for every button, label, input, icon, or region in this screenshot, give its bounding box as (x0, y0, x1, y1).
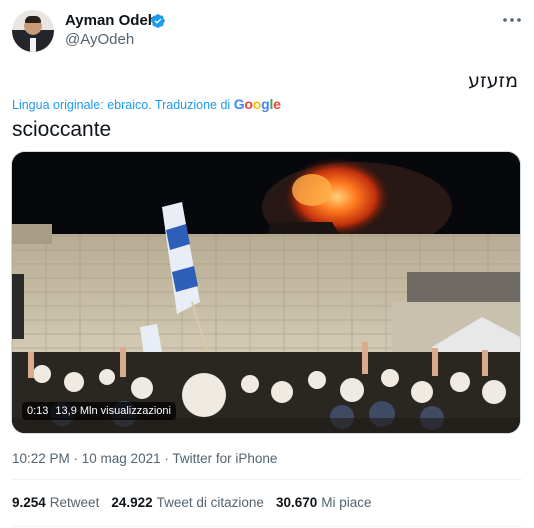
retweets-count: 9.254 (12, 495, 46, 510)
divider (12, 479, 522, 480)
translation-prefix: Lingua originale: ebraico. Traduzione di (12, 98, 234, 112)
translated-text: scioccante (12, 118, 112, 141)
video-frame (12, 152, 520, 433)
retweets-stat[interactable]: 9.254 Retweet (12, 494, 99, 512)
tweet-timestamp[interactable]: 10:22 PM · 10 mag 2021 · Twitter for iPh… (12, 450, 277, 468)
author-name[interactable]: Ayman Odeh (65, 12, 157, 30)
retweets-label: Retweet (49, 495, 100, 510)
likes-count: 30.670 (275, 495, 318, 510)
likes-stat[interactable]: 30.670 Mi piace (276, 494, 372, 512)
likes-label: Mi piace (321, 495, 372, 510)
google-logo: Google (233, 96, 281, 112)
video-views: 13,9 Mln visualizzazioni (55, 405, 171, 417)
video-duration: 0:13 (27, 405, 49, 417)
tweet: Ayman Odeh @AyOdeh מזעזע Lingua original… (0, 0, 534, 528)
divider (12, 526, 522, 527)
original-text: מזעזע (468, 70, 518, 92)
video-player[interactable] (11, 151, 521, 434)
engagement-stats: 9.254 Retweet 24.922 Tweet di citazione … (12, 494, 372, 512)
video-stats: 0:13 13,9 Mln visualizzazioni (22, 402, 176, 420)
quote-tweets-stat[interactable]: 24.922 Tweet di citazione (111, 494, 264, 512)
quote-tweets-label: Tweet di citazione (156, 495, 264, 510)
author-handle[interactable]: @AyOdeh (65, 31, 134, 49)
avatar[interactable] (12, 10, 54, 52)
more-options-icon[interactable] (500, 10, 524, 30)
translation-note[interactable]: Lingua originale: ebraico. Traduzione di… (12, 96, 281, 113)
quote-tweets-count: 24.922 (111, 495, 153, 510)
verified-badge-icon (151, 14, 165, 28)
